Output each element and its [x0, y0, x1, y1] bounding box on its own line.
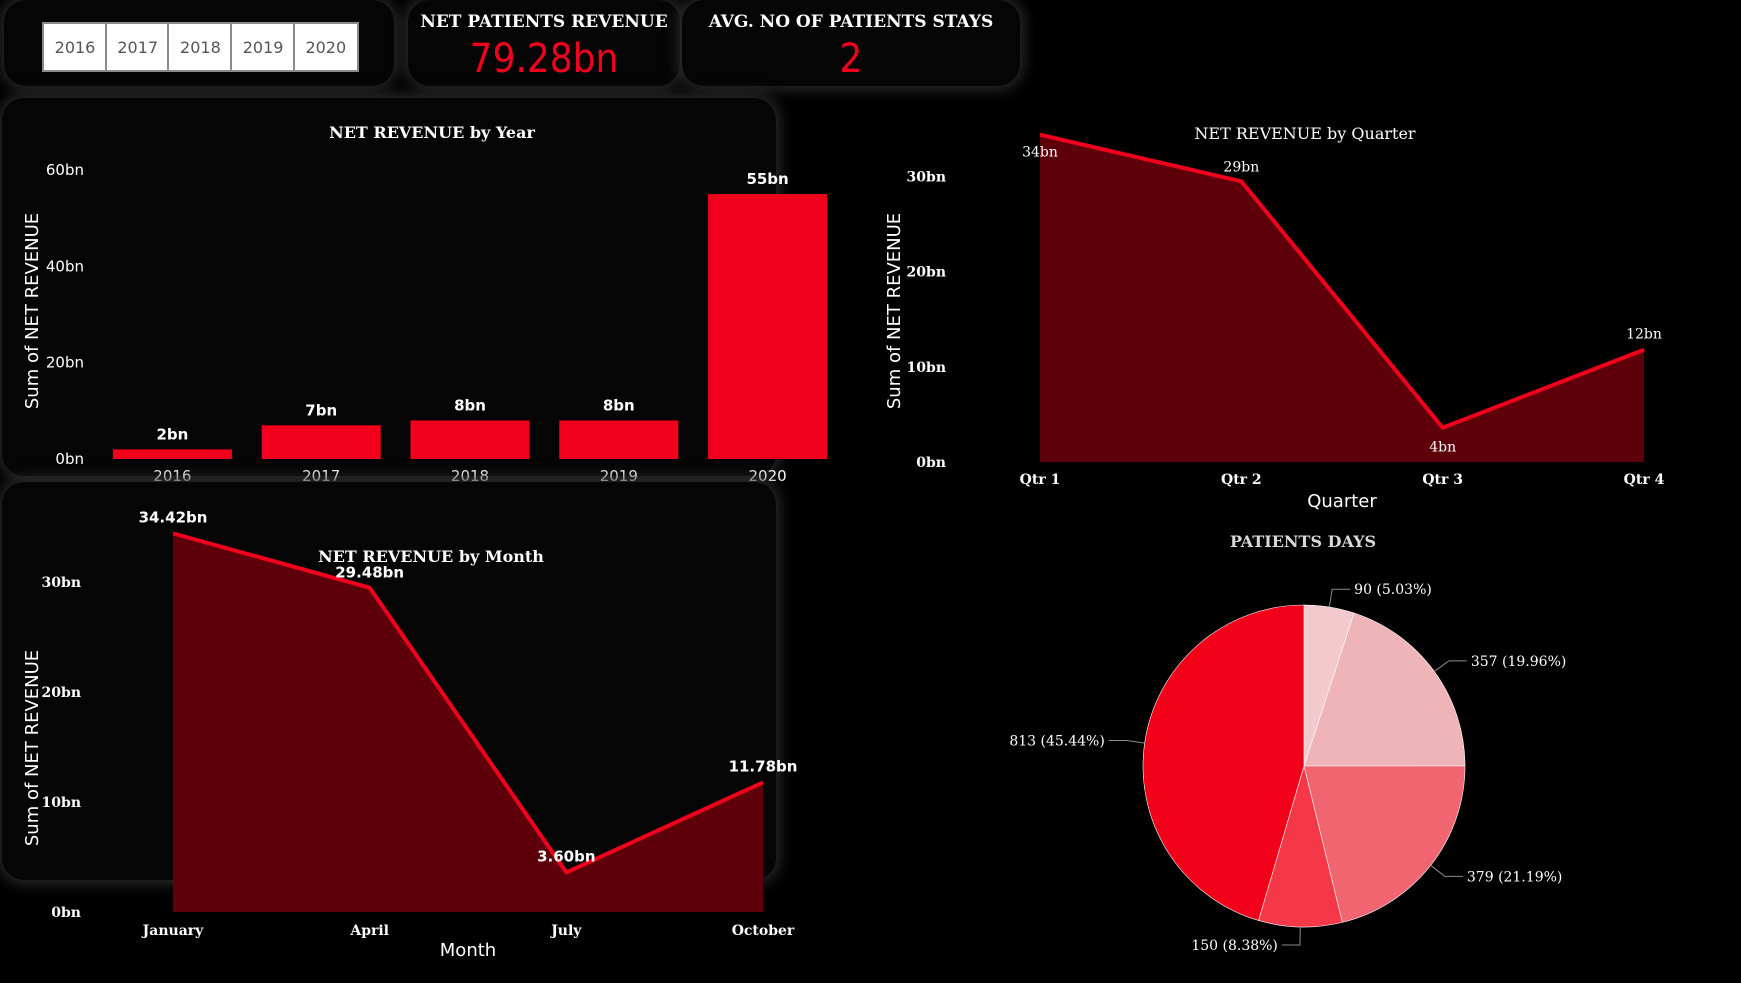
pie-leader-line [1281, 926, 1301, 946]
pie-slice-label: 90 (5.03%) [1354, 582, 1432, 598]
pie-leader-line [1328, 588, 1351, 608]
pie-slice-label: 379 (21.19%) [1467, 869, 1562, 885]
pie-leader-line [1430, 864, 1463, 877]
pie-chart-title: PATIENTS DAYS [1230, 532, 1376, 551]
pie-leader-line [1108, 739, 1145, 744]
pie-slice-label: 813 (45.44%) [1009, 733, 1104, 749]
pie-slice-label: 150 (8.38%) [1191, 938, 1278, 954]
pie-leader-line [1434, 660, 1467, 672]
patients-days-pie-chart: PATIENTS DAYS 90 (5.03%) 357 (19.96%) 379 (… [1009, 532, 1566, 954]
pie-slice-label: 357 (19.96%) [1471, 654, 1566, 670]
